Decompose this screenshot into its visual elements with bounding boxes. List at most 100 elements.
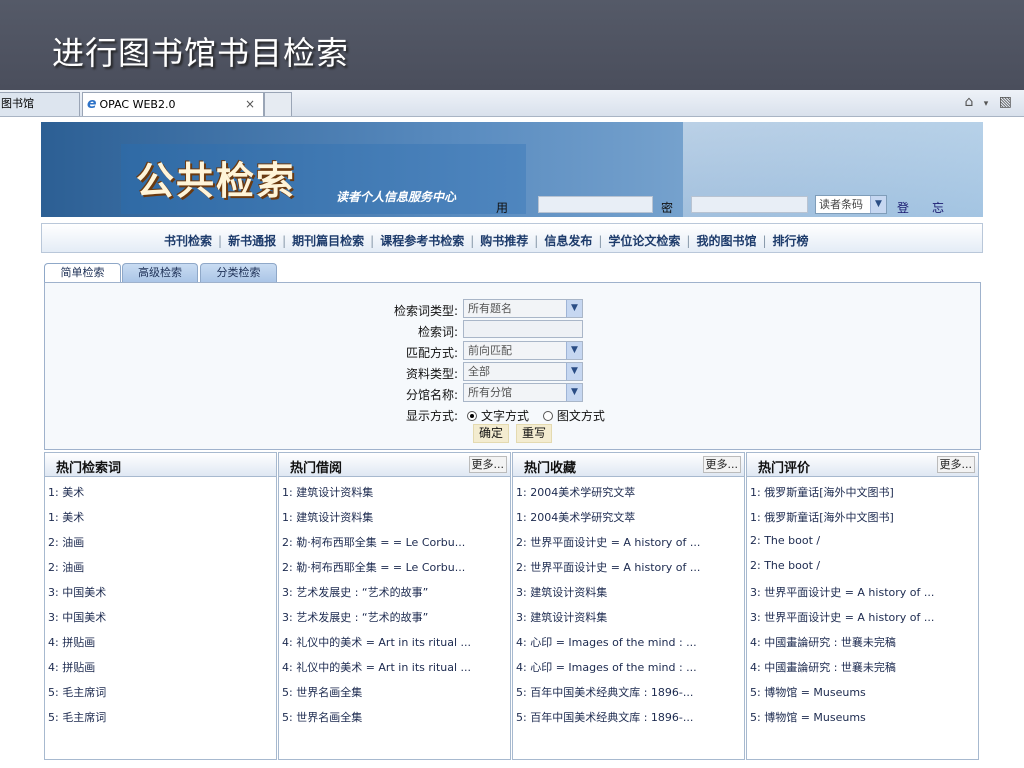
banner: 公共检索 读者个人信息服务中心 用户名 密码 读者条码 ▼ 登录 忘记密码 [41, 122, 983, 217]
list-item[interactable]: 5: 世界名画全集 [282, 684, 471, 709]
password-field[interactable] [691, 196, 808, 213]
nav-ranking[interactable]: 排行榜 [773, 232, 809, 249]
nav-separator: | [534, 234, 539, 248]
tab-opac[interactable]: e OPAC WEB2.0 × [82, 92, 264, 116]
forgot-password-link[interactable]: 忘记密码 [932, 199, 944, 217]
tab-simple-search[interactable]: 简单检索 [44, 263, 121, 284]
nav-purchase-recommend[interactable]: 购书推荐 [480, 232, 528, 249]
list-item[interactable]: 4: 中國畫論研究 : 世襄未完稿 [750, 659, 934, 684]
list-item[interactable]: 1: 俄罗斯童话[海外中文图书] [750, 509, 934, 534]
list-item[interactable]: 4: 拼贴画 [48, 634, 106, 659]
hot-list: 1: 2004美术学研究文萃 1: 2004美术学研究文萃 2: 世界平面设计史… [516, 484, 700, 734]
hot-panel-title: 热门借阅 [290, 461, 343, 476]
list-item[interactable]: 4: 礼仪中的美术 = Art in its ritual ... [282, 659, 471, 684]
list-item[interactable]: 5: 毛主席词 [48, 709, 106, 734]
list-item[interactable]: 3: 建筑设计资料集 [516, 584, 700, 609]
list-item[interactable]: 3: 世界平面设计史 = A history of ... [750, 584, 934, 609]
list-item[interactable]: 2: 世界平面设计史 = A history of ... [516, 534, 700, 559]
list-item[interactable]: 3: 建筑设计资料集 [516, 609, 700, 634]
list-item[interactable]: 2: 油画 [48, 534, 106, 559]
list-item[interactable]: 1: 2004美术学研究文萃 [516, 484, 700, 509]
more-button[interactable]: 更多... [936, 456, 975, 473]
hot-panel-reviews: 热门评价 更多... 1: 俄罗斯童话[海外中文图书] 1: 俄罗斯童话[海外中… [746, 452, 979, 760]
search-panel: 检索词类型: 所有题名 ▼ 检索词: 匹配方式: 前向匹配 ▼ 资料类型: 全部… [44, 282, 981, 450]
list-item[interactable]: 3: 中国美术 [48, 609, 106, 634]
term-type-select[interactable]: 所有题名 ▼ [463, 299, 583, 318]
hot-panel-title: 热门评价 [758, 461, 811, 476]
feed-icon[interactable]: ▧ [999, 94, 1012, 110]
list-item[interactable]: 5: 百年中国美术经典文库 : 1896-... [516, 684, 700, 709]
hot-panel-search-terms: 热门检索词 1: 美术 1: 美术 2: 油画 2: 油画 3: 中国美术 3:… [44, 452, 277, 760]
list-item[interactable]: 5: 毛主席词 [48, 684, 106, 709]
tab-category-search[interactable]: 分类检索 [200, 263, 277, 283]
list-item[interactable]: 1: 美术 [48, 509, 106, 534]
list-item[interactable]: 4: 礼仪中的美术 = Art in its ritual ... [282, 634, 471, 659]
nav-thesis-search[interactable]: 学位论文检索 [608, 232, 680, 249]
tab-library[interactable]: 图书馆 [0, 92, 80, 116]
hot-panel-header: 热门评价 更多... [747, 453, 978, 477]
nav-course-books[interactable]: 课程参考书检索 [380, 232, 464, 249]
nav-my-library[interactable]: 我的图书馆 [696, 232, 756, 249]
list-item[interactable]: 3: 世界平面设计史 = A history of ... [750, 609, 934, 634]
list-item[interactable]: 5: 博物馆 = Museums [750, 709, 934, 734]
list-item[interactable]: 4: 中國畫論研究 : 世襄未完稿 [750, 634, 934, 659]
hot-panel-header: 热门收藏 更多... [513, 453, 744, 477]
list-item[interactable]: 1: 建筑设计资料集 [282, 484, 471, 509]
list-item[interactable]: 2: The boot / [750, 534, 934, 559]
list-item[interactable]: 3: 中国美术 [48, 584, 106, 609]
list-item[interactable]: 2: 勒·柯布西耶全集 = = Le Corbu... [282, 534, 471, 559]
list-item[interactable]: 2: 油画 [48, 559, 106, 584]
home-icon[interactable]: ⌂ [964, 94, 973, 110]
username-field[interactable] [538, 196, 653, 213]
tab-advanced-search[interactable]: 高级检索 [122, 263, 198, 283]
term-type-row: 检索词类型: 所有题名 ▼ [45, 299, 982, 319]
list-item[interactable]: 1: 建筑设计资料集 [282, 509, 471, 534]
match-select[interactable]: 前向匹配 ▼ [463, 341, 583, 360]
nav-new-books[interactable]: 新书通报 [228, 232, 276, 249]
submit-button[interactable]: 确定 [473, 424, 510, 443]
dropdown-icon[interactable]: ▾ [984, 99, 989, 109]
list-item[interactable]: 1: 2004美术学研究文萃 [516, 509, 700, 534]
list-item[interactable]: 4: 心印 = Images of the mind : ... [516, 659, 700, 684]
nav-info[interactable]: 信息发布 [544, 232, 592, 249]
list-item[interactable]: 3: 艺术发展史 : “艺术的故事” [282, 584, 471, 609]
list-item[interactable]: 2: 世界平面设计史 = A history of ... [516, 559, 700, 584]
doc-type-select[interactable]: 全部 ▼ [463, 362, 583, 381]
hot-panel-title: 热门收藏 [524, 461, 577, 476]
list-item[interactable]: 1: 美术 [48, 484, 106, 509]
nav-separator: | [282, 234, 287, 248]
term-type-label: 检索词类型: [393, 304, 458, 318]
list-item[interactable]: 4: 拼贴画 [48, 659, 106, 684]
nav-book-search[interactable]: 书刊检索 [164, 232, 212, 249]
nav-separator: | [762, 234, 767, 248]
nav-separator: | [370, 234, 375, 248]
hot-list: 1: 美术 1: 美术 2: 油画 2: 油画 3: 中国美术 3: 中国美术 … [48, 484, 106, 734]
doc-type-row: 资料类型: 全部 ▼ [45, 362, 982, 382]
reset-button[interactable]: 重写 [516, 424, 553, 443]
radio-image-mode[interactable] [542, 411, 553, 421]
list-item[interactable]: 2: 勒·柯布西耶全集 = = Le Corbu... [282, 559, 471, 584]
search-term-input[interactable] [463, 320, 583, 338]
close-icon[interactable]: × [245, 93, 255, 115]
more-button[interactable]: 更多... [468, 456, 507, 473]
list-item[interactable]: 2: The boot / [750, 559, 934, 584]
more-button[interactable]: 更多... [702, 456, 741, 473]
new-tab-button[interactable] [264, 92, 292, 116]
main-nav: 书刊检索 | 新书通报 | 期刊篇目检索 | 课程参考书检索 | 购书推荐 | 信息发布 | 学位论文检… [41, 223, 983, 253]
list-item[interactable]: 3: 艺术发展史 : “艺术的故事” [282, 609, 471, 634]
tab-label: OPAC WEB2.0 [99, 98, 176, 111]
reader-type-select[interactable]: 读者条码 ▼ [815, 195, 887, 214]
slide-title: 进行图书馆书目检索 [52, 34, 350, 72]
hot-panel-borrows: 热门借阅 更多... 1: 建筑设计资料集 1: 建筑设计资料集 2: 勒·柯布… [278, 452, 511, 760]
term-row: 检索词: [45, 320, 982, 340]
radio-text-mode[interactable] [467, 411, 477, 421]
list-item[interactable]: 5: 百年中国美术经典文库 : 1896-... [516, 709, 700, 734]
list-item[interactable]: 5: 博物馆 = Museums [750, 684, 934, 709]
chevron-down-icon: ▼ [870, 196, 886, 213]
branch-select[interactable]: 所有分馆 ▼ [463, 383, 583, 402]
nav-journal-search[interactable]: 期刊篇目检索 [292, 232, 364, 249]
list-item[interactable]: 5: 世界名画全集 [282, 709, 471, 734]
list-item[interactable]: 1: 俄罗斯童话[海外中文图书] [750, 484, 934, 509]
login-button[interactable]: 登录 [897, 199, 909, 217]
list-item[interactable]: 4: 心印 = Images of the mind : ... [516, 634, 700, 659]
